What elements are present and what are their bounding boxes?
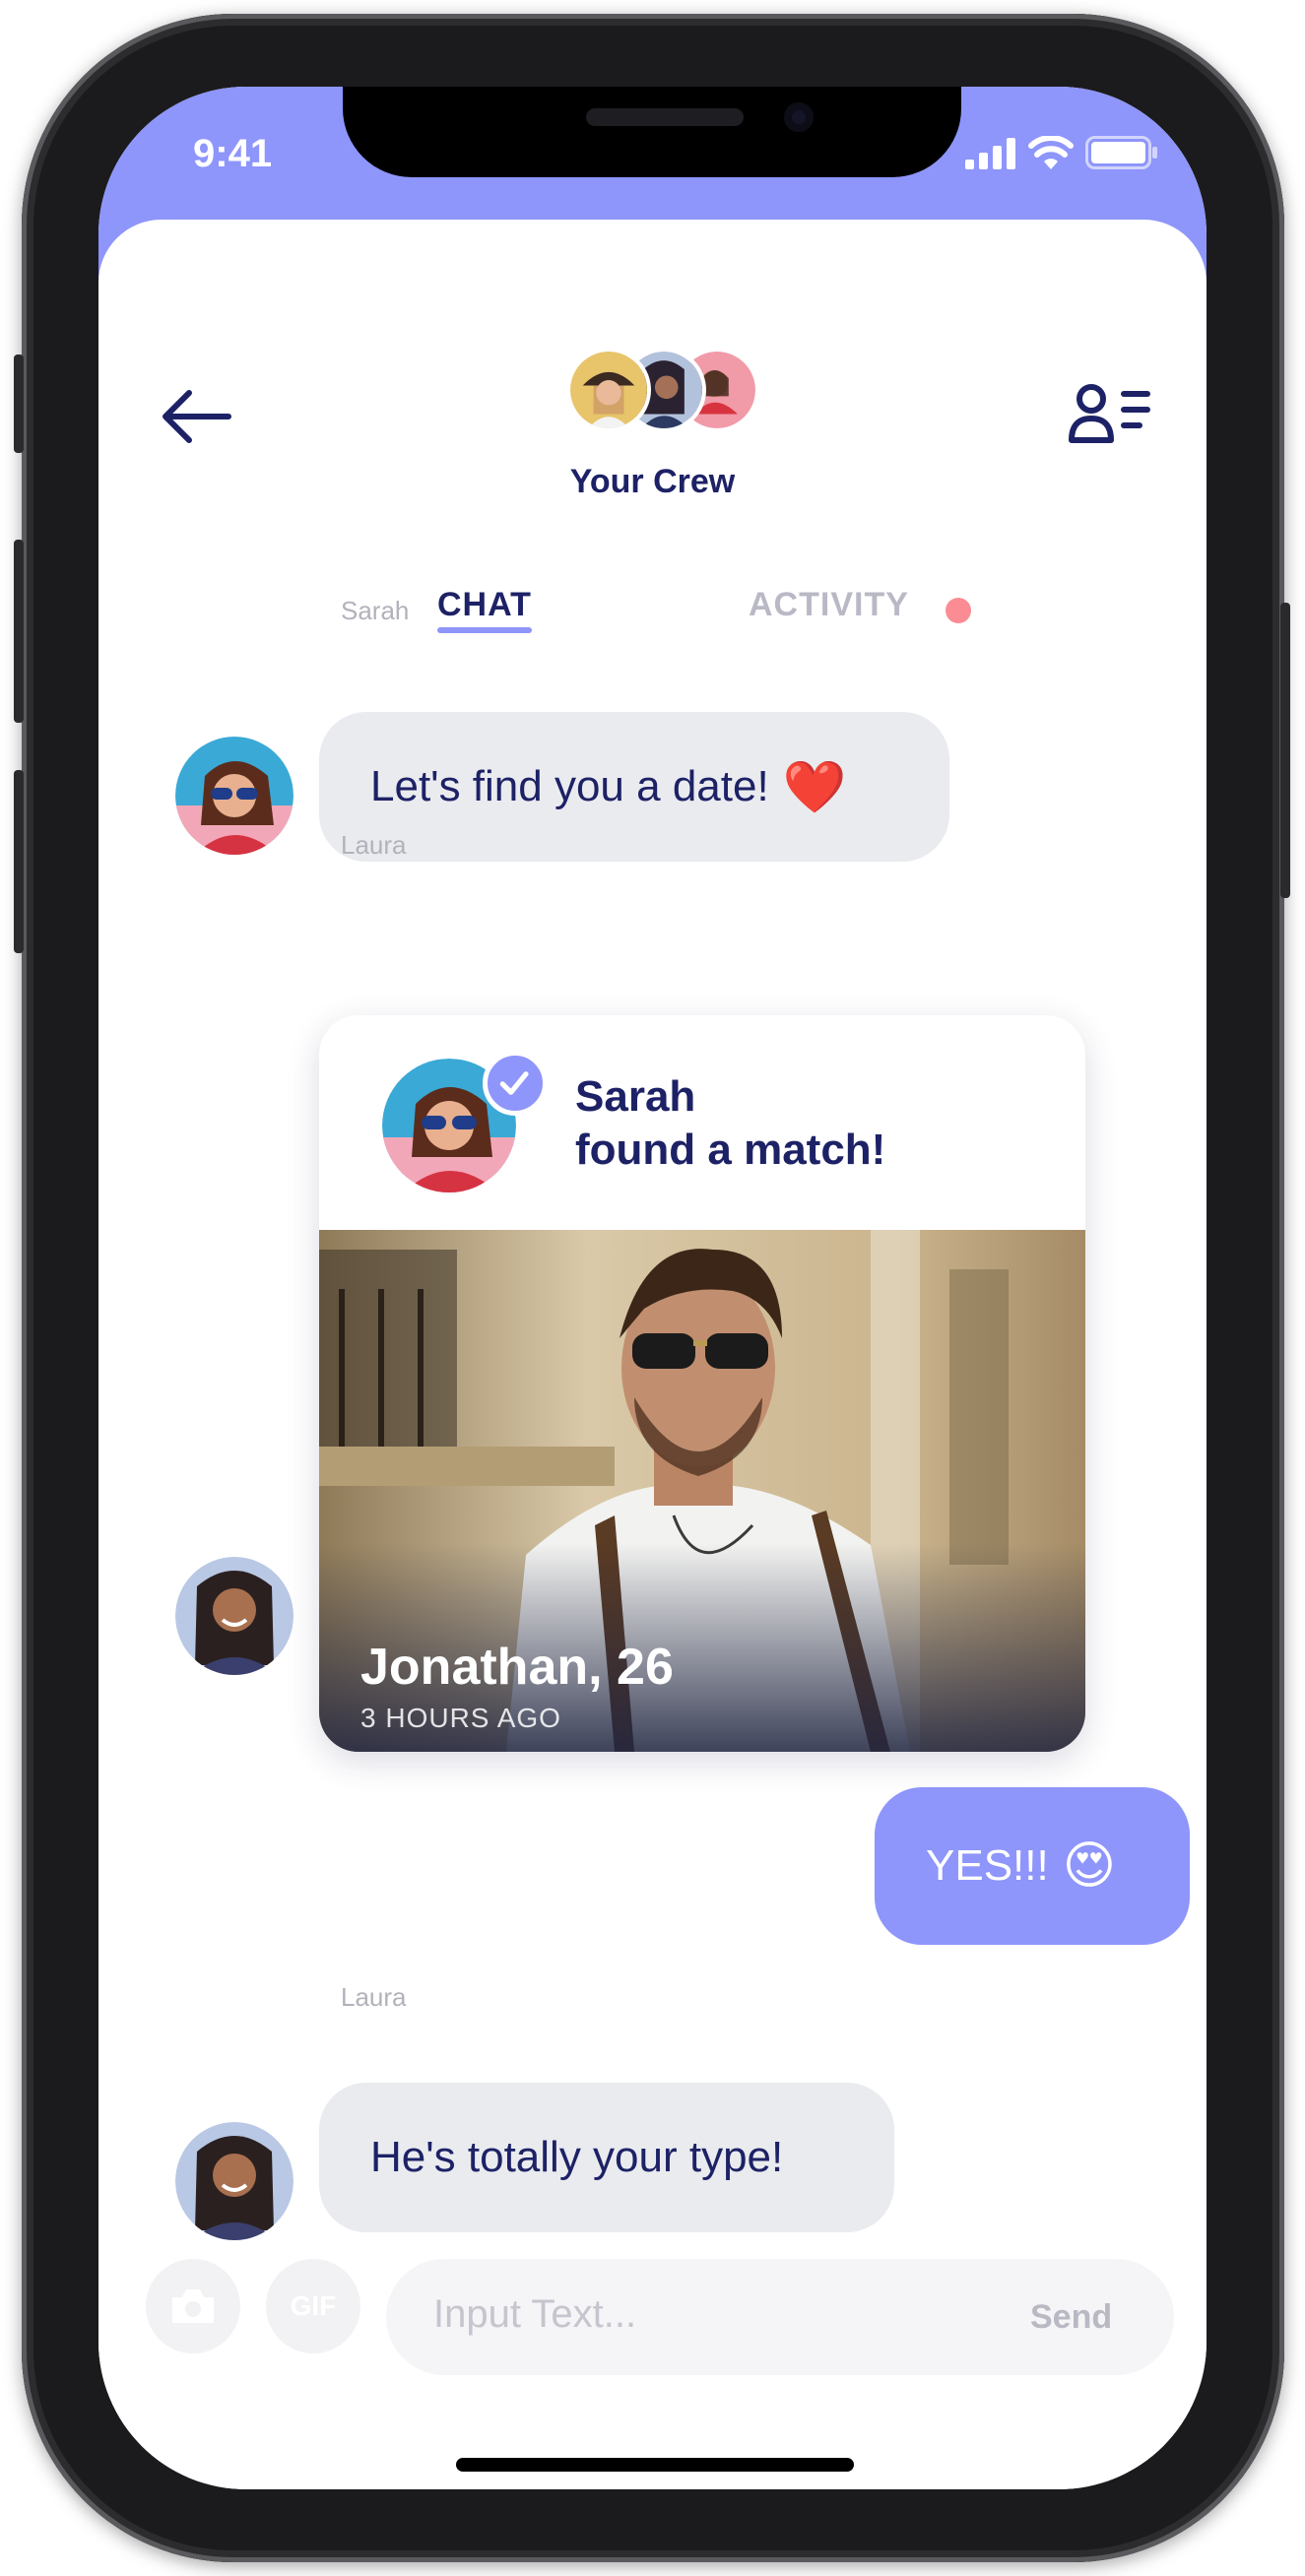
- home-indicator: [456, 2458, 854, 2472]
- silent-switch: [14, 354, 24, 453]
- notch: [343, 87, 961, 177]
- chat-screen: Your Crew CHAT ACTIVITY Sarah Let's find…: [98, 220, 1207, 2489]
- signal-icon: [965, 138, 1015, 169]
- front-camera: [784, 102, 814, 132]
- back-arrow-icon[interactable]: [156, 377, 234, 456]
- tab-activity[interactable]: ACTIVITY: [749, 586, 909, 624]
- crew-avatar-1: [566, 348, 651, 432]
- gif-label: GIF: [290, 2290, 337, 2321]
- tab-chat-underline: [437, 627, 532, 633]
- match-timestamp: 3 HOURS AGO: [360, 1703, 561, 1733]
- my-message-bubble: YES!!! 😍: [875, 1787, 1190, 1945]
- phone-screen: 9:41 Your Crew CHAT ACTIVITY Sarah Let's…: [98, 87, 1207, 2489]
- wifi-icon: [1028, 136, 1074, 169]
- message-bubble: Let's find you a date! ❤️: [319, 712, 949, 862]
- crew-title[interactable]: Your Crew: [98, 463, 1207, 501]
- volume-up-button: [14, 540, 24, 723]
- match-name: Jonathan, 26: [360, 1639, 674, 1696]
- sarah-avatar[interactable]: [175, 737, 294, 855]
- sender-name: Sarah: [341, 596, 410, 625]
- power-button: [1280, 603, 1290, 898]
- message-text: Let's find you a date!: [370, 762, 769, 810]
- status-icons: [965, 136, 1158, 169]
- sender-name: Laura: [341, 830, 407, 860]
- input-placeholder: Input Text...: [433, 2292, 637, 2336]
- verified-check-icon: [483, 1051, 548, 1116]
- match-card-title: Sarah found a match!: [575, 1070, 885, 1177]
- match-card[interactable]: Sarah found a match! Jonathan, 26 3 HOUR…: [319, 1015, 1085, 1752]
- send-button[interactable]: Send: [1030, 2298, 1112, 2337]
- match-card-title-line2: found a match!: [575, 1126, 886, 1174]
- activity-notification-dot: [946, 598, 971, 623]
- gif-button[interactable]: GIF: [266, 2259, 360, 2353]
- message-bubble: He's totally your type!: [319, 2083, 894, 2232]
- speaker: [586, 108, 744, 126]
- heart-emoji: ❤️: [782, 758, 847, 816]
- status-time: 9:41: [193, 132, 273, 175]
- match-card-title-line1: Sarah: [575, 1072, 696, 1121]
- tab-chat[interactable]: CHAT: [437, 586, 532, 624]
- member-list-icon[interactable]: [1068, 379, 1156, 448]
- camera-icon: [172, 2289, 214, 2323]
- message-text: He's totally your type!: [370, 2133, 784, 2181]
- volume-down-button: [14, 770, 24, 953]
- laura-avatar[interactable]: [175, 1557, 294, 1675]
- heart-eyes-emoji: 😍: [1062, 1837, 1116, 1895]
- sender-name: Laura: [341, 1982, 407, 2012]
- laura-avatar[interactable]: [175, 2122, 294, 2240]
- message-input[interactable]: Input Text... Send: [386, 2259, 1174, 2375]
- crew-avatars[interactable]: [566, 348, 759, 436]
- battery-icon: [1085, 136, 1157, 169]
- message-text: YES!!!: [926, 1841, 1049, 1890]
- camera-button[interactable]: [146, 2259, 240, 2353]
